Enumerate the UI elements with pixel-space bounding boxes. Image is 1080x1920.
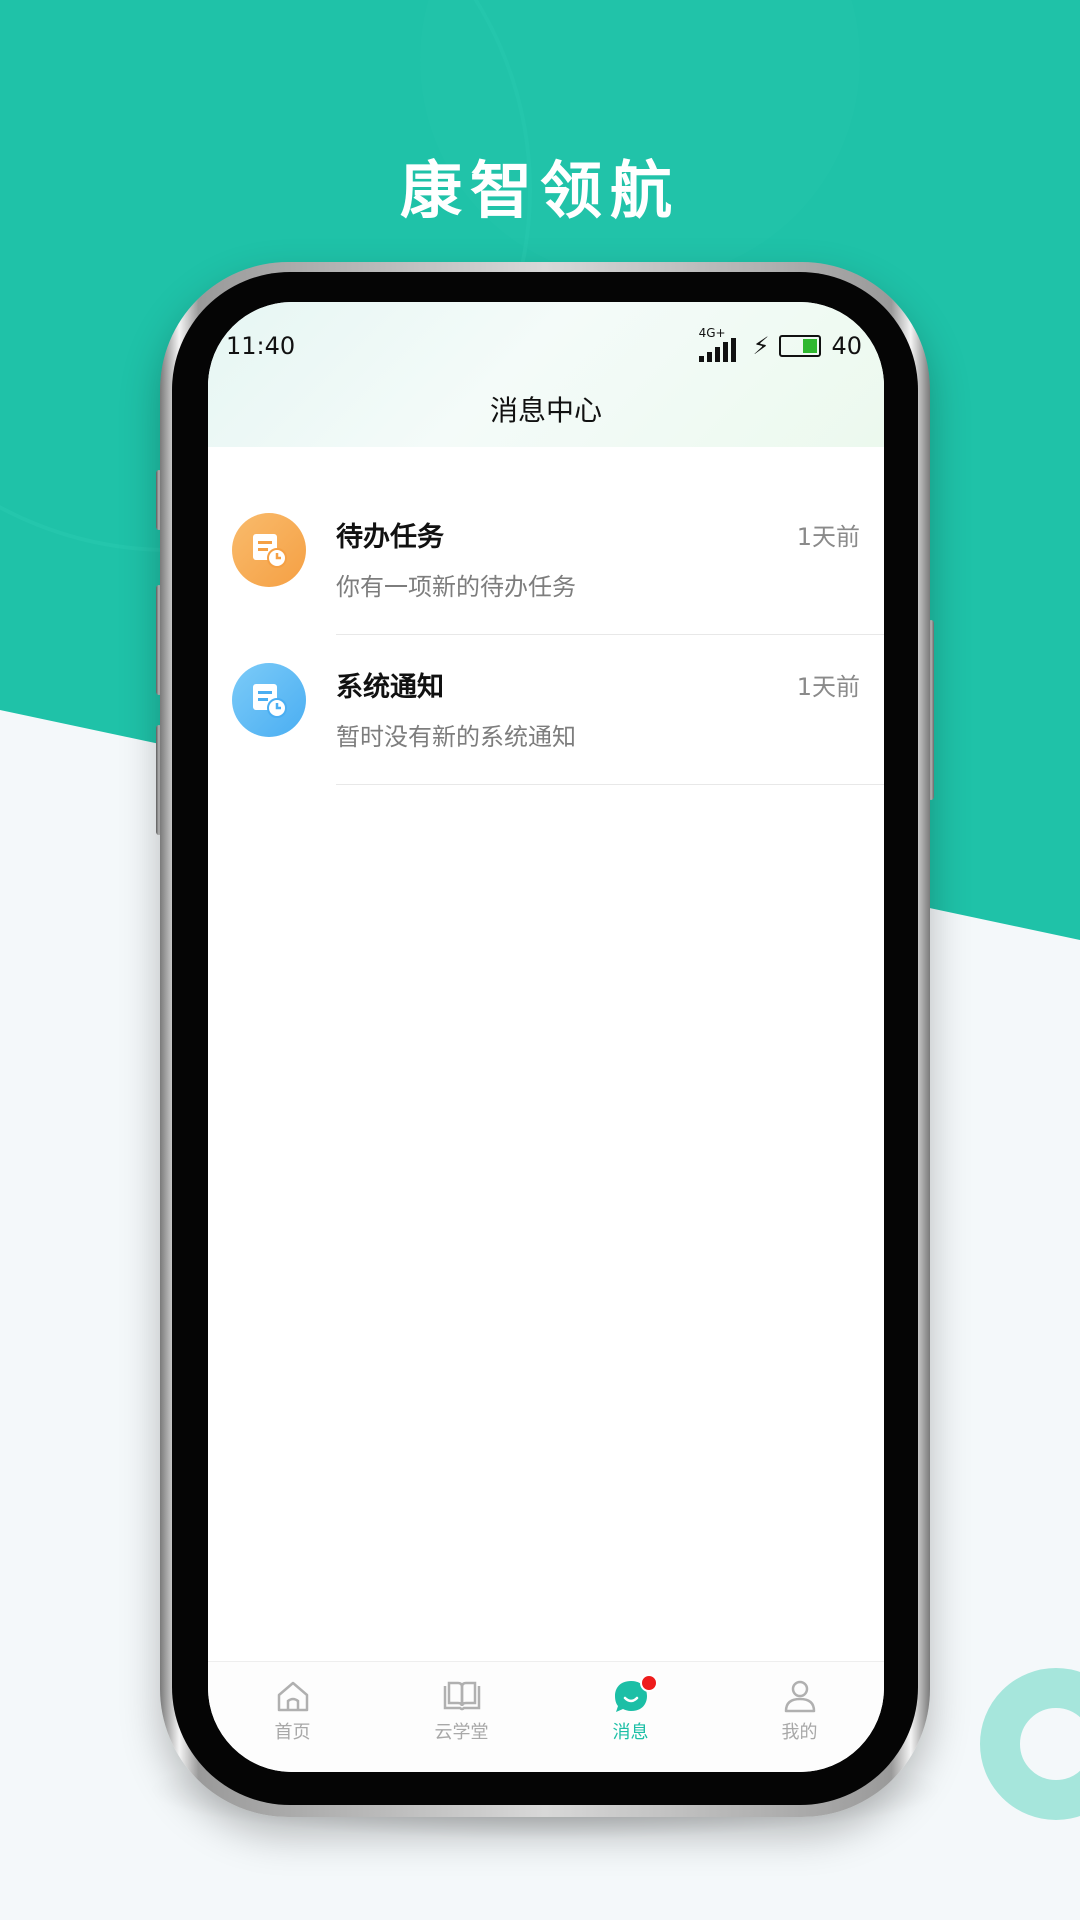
message-time: 1天前 — [796, 523, 860, 551]
status-icons: 4G+ ⚡ 40 — [698, 326, 862, 362]
tab-cloud-school[interactable]: 云学堂 — [377, 1662, 546, 1772]
user-icon — [784, 1680, 815, 1713]
todo-document-clock-icon — [232, 513, 306, 587]
notice-document-clock-icon — [232, 663, 306, 737]
home-icon — [277, 1681, 308, 1712]
message-title: 待办任务 — [336, 522, 444, 553]
unread-badge-dot — [640, 1674, 658, 1692]
divider — [336, 784, 884, 785]
signal-icon: 4G+ — [698, 326, 743, 362]
message-subtitle: 你有一项新的待办任务 — [336, 573, 576, 601]
status-time: 11:40 — [226, 332, 296, 360]
phone-screen: 11:40 4G+ ⚡ 40 消息中心 待办任务 1天前 你有一项新的待办任务 — [208, 302, 884, 1772]
message-item-system-notice[interactable]: 系统通知 1天前 暂时没有新的系统通知 — [208, 635, 884, 785]
message-item-todo[interactable]: 待办任务 1天前 你有一项新的待办任务 — [208, 485, 884, 635]
page-title: 消息中心 — [489, 394, 602, 427]
banner-title: 康智领航 — [399, 154, 680, 227]
message-title: 系统通知 — [336, 672, 444, 703]
tab-label: 消息 — [612, 1722, 649, 1743]
tab-label: 我的 — [781, 1722, 818, 1743]
battery-icon — [779, 335, 822, 357]
battery-level: 40 — [831, 332, 862, 360]
tab-label: 云学堂 — [434, 1722, 489, 1743]
charging-icon: ⚡ — [752, 332, 770, 360]
bottom-tab-bar: 首页 云学堂 消息 我的 — [208, 1661, 884, 1772]
tab-mine[interactable]: 我的 — [715, 1662, 884, 1772]
tab-home[interactable]: 首页 — [208, 1662, 377, 1772]
message-subtitle: 暂时没有新的系统通知 — [336, 723, 576, 751]
tab-label: 首页 — [274, 1722, 311, 1743]
book-icon — [443, 1681, 480, 1711]
tab-messages[interactable]: 消息 — [546, 1662, 715, 1772]
message-time: 1天前 — [796, 673, 860, 701]
